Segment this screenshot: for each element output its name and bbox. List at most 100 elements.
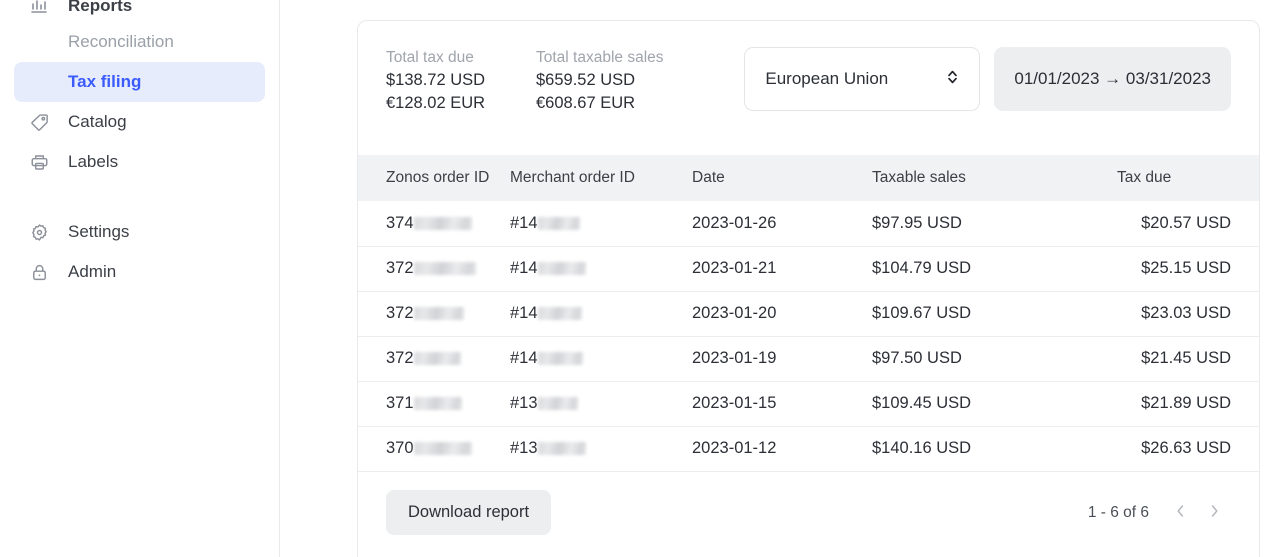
- tag-icon: [28, 111, 50, 133]
- redacted-text: [413, 307, 464, 320]
- stat-value-eur: €608.67 EUR: [536, 94, 636, 112]
- date-range-text: 01/01/2023 → 03/31/2023: [1014, 69, 1211, 88]
- sidebar-item-labels[interactable]: Labels: [14, 142, 265, 182]
- date-text: 2023-01-26: [692, 213, 777, 232]
- chevron-left-icon: [1174, 503, 1187, 522]
- cell-tax-due: $23.03 USD: [1117, 290, 1259, 336]
- tax-filing-card: Total tax due $138.72 USD €128.02 EUR To…: [357, 20, 1260, 557]
- column-header-merchant-order-id[interactable]: Merchant order ID: [510, 155, 692, 201]
- cell-zonos-order-id: 371: [358, 380, 510, 426]
- cell-merchant-order-id: #14: [510, 335, 692, 381]
- pagination-count: 1 - 6 of 6: [1087, 503, 1149, 521]
- merchant-order-id-prefix: #14: [510, 304, 538, 322]
- pagination-next-button[interactable]: [1197, 496, 1231, 530]
- sidebar-item-reports[interactable]: Reports: [14, 0, 265, 26]
- sidebar-item-admin[interactable]: Admin: [14, 252, 265, 292]
- cell-merchant-order-id: #13: [510, 425, 692, 471]
- date-text: 2023-01-15: [692, 394, 777, 412]
- sidebar-divider-space: [0, 182, 279, 212]
- cell-zonos-order-id: 372: [358, 245, 510, 291]
- cell-taxable-sales: $97.50 USD: [872, 335, 1117, 381]
- zonos-order-id-prefix: 374: [386, 213, 414, 232]
- table-row[interactable]: 374 #14 2023-01-26 $97.95 USD $20.57 USD: [358, 201, 1259, 246]
- table-body: 374 #14 2023-01-26 $97.95 USD $20.57 USD 372 #…: [358, 201, 1259, 471]
- table-row[interactable]: 372 #14 2023-01-19 $97.50 USD $21.45 USD: [358, 335, 1259, 381]
- stat-total-taxable-sales: Total taxable sales $659.52 USD €608.67 …: [536, 47, 664, 115]
- region-select[interactable]: European Union: [744, 47, 981, 111]
- cell-tax-due: $25.15 USD: [1117, 245, 1259, 291]
- sidebar: Reports Reconciliation Tax filing Catalo…: [0, 0, 280, 557]
- merchant-order-id-prefix: #14: [510, 259, 538, 277]
- cell-zonos-order-id: 370: [358, 425, 510, 471]
- zonos-order-id-prefix: 372: [386, 304, 414, 322]
- column-header-taxable-sales[interactable]: Taxable sales: [872, 155, 1117, 201]
- cell-date: 2023-01-26: [692, 201, 872, 246]
- redacted-text: [537, 216, 580, 230]
- table-row[interactable]: 372 #14 2023-01-21 $104.79 USD $25.15 USD: [358, 245, 1259, 291]
- sidebar-item-label: Catalog: [68, 112, 127, 131]
- tax-due-text: $25.15 USD: [1141, 259, 1231, 277]
- taxable-sales-text: $104.79 USD: [872, 259, 972, 277]
- stat-label: Total tax due: [386, 49, 474, 66]
- cell-date: 2023-01-19: [692, 335, 872, 381]
- sidebar-item-catalog[interactable]: Catalog: [14, 102, 265, 142]
- cell-date: 2023-01-15: [692, 380, 872, 426]
- table-footer: Download report 1 - 6 of 6: [358, 471, 1259, 553]
- stat-value-eur: €128.02 EUR: [386, 94, 486, 112]
- sidebar-item-label: Reconciliation: [68, 32, 174, 51]
- redacted-text: [537, 307, 582, 320]
- pagination-prev-button[interactable]: [1163, 496, 1197, 530]
- zonos-order-id-prefix: 372: [386, 259, 414, 277]
- chevron-right-icon: [1208, 503, 1221, 522]
- taxable-sales-text: $109.67 USD: [872, 304, 972, 322]
- table-row[interactable]: 371 #13 2023-01-15 $109.45 USD $21.89 USD: [358, 380, 1259, 426]
- table-header: Zonos order ID Merchant order ID Date Ta…: [358, 155, 1259, 201]
- tax-due-text: $23.03 USD: [1141, 304, 1231, 322]
- merchant-order-id-prefix: #14: [510, 213, 538, 232]
- cell-date: 2023-01-20: [692, 290, 872, 336]
- redacted-text: [413, 397, 462, 410]
- zonos-order-id-prefix: 370: [386, 439, 414, 458]
- cell-merchant-order-id: #14: [510, 290, 692, 336]
- stat-total-tax-due: Total tax due $138.72 USD €128.02 EUR: [386, 47, 502, 115]
- summary-bar: Total tax due $138.72 USD €128.02 EUR To…: [358, 21, 1259, 155]
- cell-taxable-sales: $97.95 USD: [872, 201, 1117, 246]
- taxable-sales-text: $140.16 USD: [872, 439, 972, 458]
- cell-taxable-sales: $109.45 USD: [872, 380, 1117, 426]
- chevron-up-down-icon: [945, 67, 961, 92]
- cell-date: 2023-01-21: [692, 245, 872, 291]
- date-text: 2023-01-20: [692, 304, 777, 322]
- cell-merchant-order-id: #14: [510, 201, 692, 246]
- merchant-order-id-prefix: #14: [510, 349, 538, 367]
- date-text: 2023-01-21: [692, 259, 777, 277]
- table-row[interactable]: 370 #13 2023-01-12 $140.16 USD $26.63 USD: [358, 425, 1259, 471]
- sidebar-item-tax-filing[interactable]: Tax filing: [14, 62, 265, 102]
- download-report-button[interactable]: Download report: [386, 490, 552, 535]
- cell-merchant-order-id: #14: [510, 245, 692, 291]
- cell-zonos-order-id: 372: [358, 290, 510, 336]
- sidebar-item-label: Reports: [68, 0, 133, 15]
- bar-chart-icon: [28, 0, 50, 17]
- sidebar-item-settings[interactable]: Settings: [14, 212, 265, 252]
- column-header-zonos-order-id[interactable]: Zonos order ID: [358, 155, 510, 201]
- date-range-picker[interactable]: 01/01/2023 → 03/31/2023: [994, 47, 1231, 111]
- redacted-text: [537, 442, 586, 456]
- cell-zonos-order-id: 372: [358, 335, 510, 381]
- redacted-text: [537, 262, 586, 275]
- table-row[interactable]: 372 #14 2023-01-20 $109.67 USD $23.03 USD: [358, 290, 1259, 336]
- taxable-sales-text: $97.50 USD: [872, 349, 962, 367]
- tax-due-text: $21.89 USD: [1141, 394, 1231, 412]
- sidebar-item-reconciliation[interactable]: Reconciliation: [14, 22, 265, 62]
- sidebar-item-label: Labels: [68, 152, 119, 171]
- taxable-sales-text: $97.95 USD: [872, 213, 962, 232]
- sidebar-item-label: Settings: [68, 222, 130, 241]
- cell-taxable-sales: $104.79 USD: [872, 245, 1117, 291]
- cell-tax-due: $20.57 USD: [1117, 201, 1259, 246]
- cell-tax-due: $21.45 USD: [1117, 335, 1259, 381]
- column-header-tax-due[interactable]: Tax due: [1117, 155, 1259, 201]
- stat-value-usd: $138.72 USD: [386, 71, 486, 89]
- column-header-date[interactable]: Date: [692, 155, 872, 201]
- region-select-value: European Union: [765, 69, 889, 88]
- redacted-text: [413, 216, 472, 230]
- cell-tax-due: $26.63 USD: [1117, 425, 1259, 471]
